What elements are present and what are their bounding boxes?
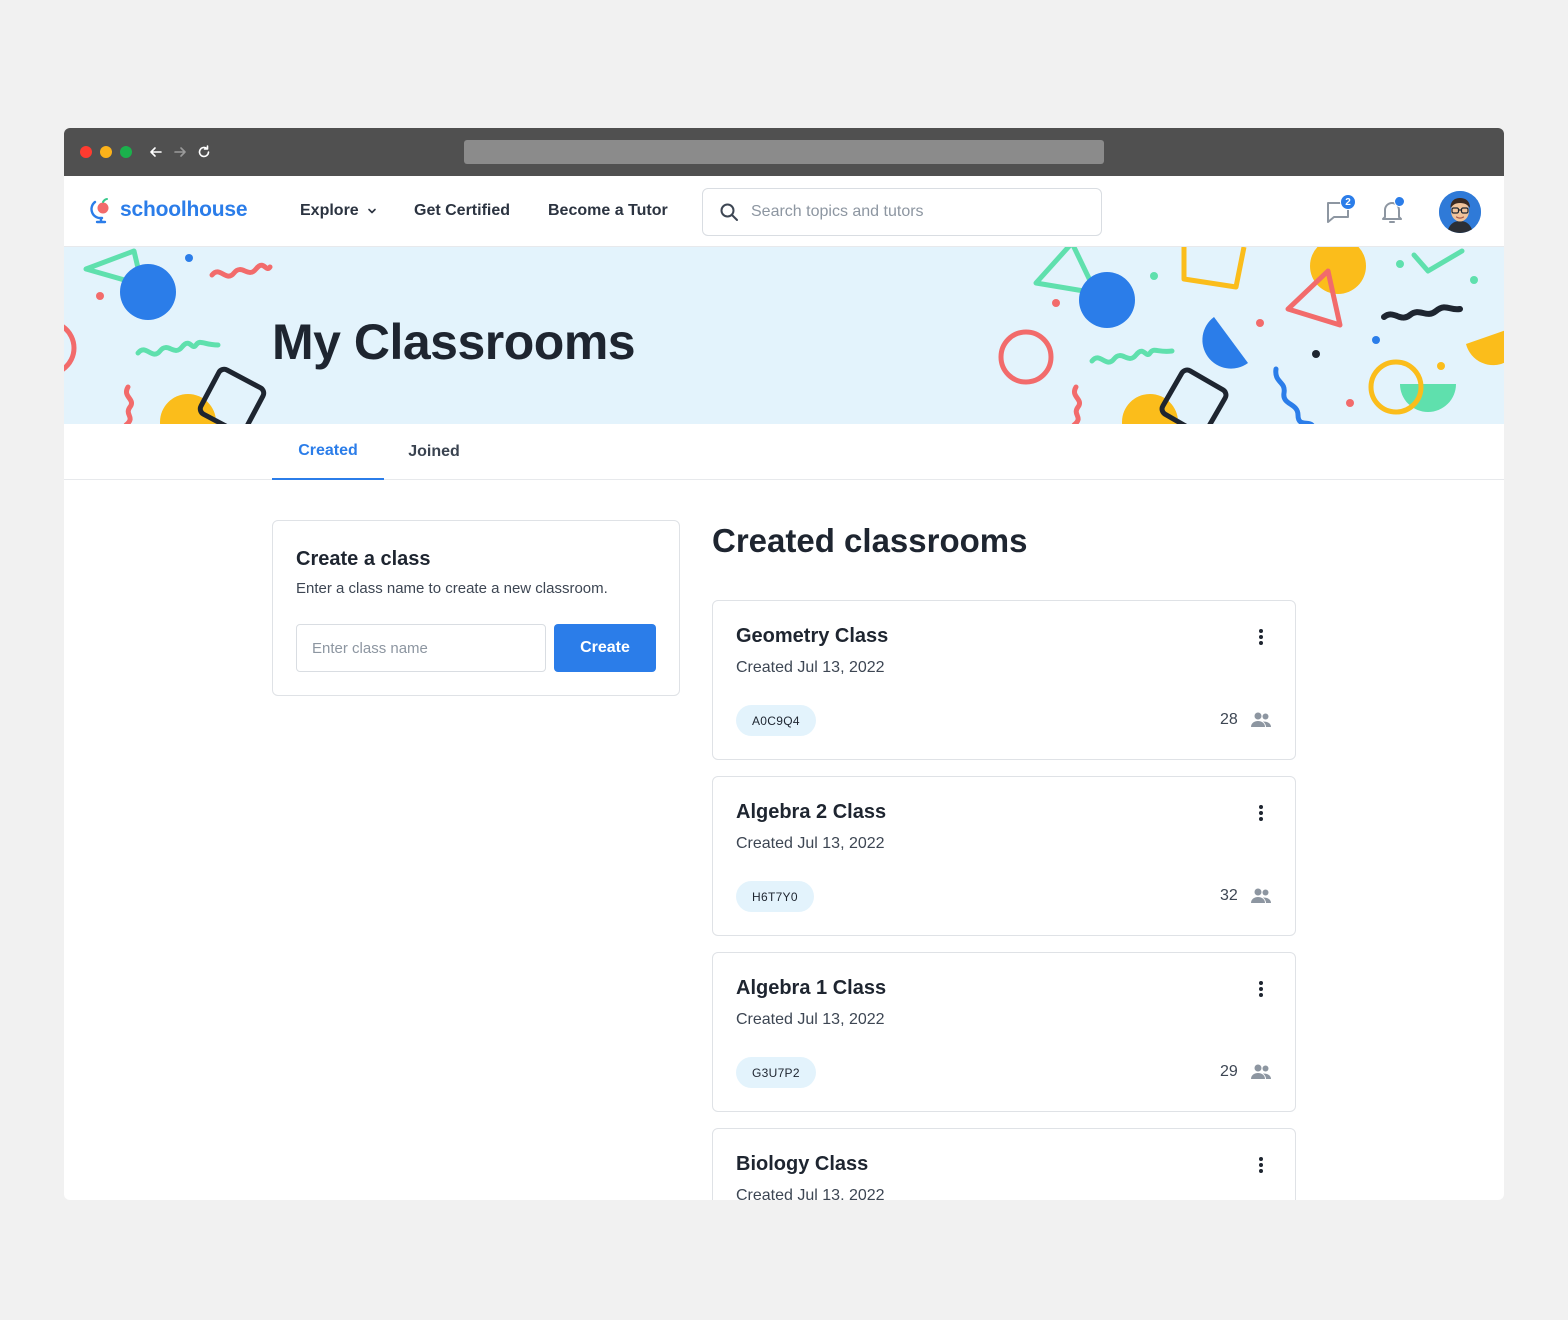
- logo[interactable]: schoolhouse: [90, 196, 248, 224]
- create-button[interactable]: Create: [554, 624, 656, 672]
- notifications-button[interactable]: [1378, 196, 1406, 226]
- class-code-badge: G3U7P2: [736, 1057, 816, 1088]
- create-class-card: Create a class Enter a class name to cre…: [272, 520, 680, 696]
- hero-banner: My Classrooms: [64, 247, 1504, 424]
- classroom-created-date: Created Jul 13, 2022: [736, 1187, 885, 1200]
- search-icon: [720, 203, 738, 221]
- schoolhouse-logo-icon: [90, 198, 109, 224]
- member-count: 29: [1220, 1063, 1238, 1080]
- nav-explore[interactable]: Explore: [300, 202, 377, 220]
- more-vertical-icon[interactable]: [1251, 625, 1271, 649]
- search-input[interactable]: [751, 203, 1071, 221]
- create-class-subtitle: Enter a class name to create a new class…: [296, 580, 608, 597]
- more-vertical-icon[interactable]: [1251, 1153, 1271, 1177]
- tab-joined[interactable]: Joined: [384, 424, 484, 480]
- classroom-name: Algebra 2 Class: [736, 801, 887, 823]
- more-vertical-icon[interactable]: [1251, 977, 1271, 1001]
- people-icon: [1251, 712, 1271, 727]
- more-vertical-icon[interactable]: [1251, 801, 1271, 825]
- classroom-name: Algebra 1 Class: [736, 977, 887, 999]
- created-classrooms-title: Created classrooms: [712, 522, 1028, 559]
- top-navigation: schoolhouse Explore Get Certified Become…: [64, 176, 1504, 247]
- classroom-card[interactable]: Algebra 2 Class Created Jul 13, 2022 H6T…: [712, 776, 1296, 936]
- browser-window: schoolhouse Explore Get Certified Become…: [64, 128, 1504, 1200]
- nav-become-a-tutor[interactable]: Become a Tutor: [548, 202, 668, 220]
- message-count-badge: 2: [1340, 194, 1356, 210]
- create-class-title: Create a class: [296, 548, 431, 570]
- classroom-tabs: Created Joined: [64, 424, 1504, 480]
- forward-arrow-icon[interactable]: [170, 142, 190, 162]
- classroom-created-date: Created Jul 13, 2022: [736, 835, 885, 852]
- page-title: My Classrooms: [272, 314, 636, 370]
- classroom-card[interactable]: Geometry Class Created Jul 13, 2022 A0C9…: [712, 600, 1296, 760]
- brand-name: schoolhouse: [120, 198, 248, 221]
- search-box[interactable]: [702, 188, 1102, 236]
- class-code-badge: H6T7Y0: [736, 881, 814, 912]
- classroom-name: Biology Class: [736, 1153, 869, 1175]
- classroom-card[interactable]: Algebra 1 Class Created Jul 13, 2022 G3U…: [712, 952, 1296, 1112]
- chevron-down-icon: [367, 208, 376, 214]
- people-icon: [1251, 1064, 1271, 1079]
- avatar-illustration: [1439, 191, 1481, 233]
- avatar[interactable]: [1439, 191, 1481, 233]
- messages-button[interactable]: 2: [1324, 194, 1356, 226]
- maximize-window-dot[interactable]: [120, 146, 132, 158]
- minimize-window-dot[interactable]: [100, 146, 112, 158]
- classroom-name: Geometry Class: [736, 625, 889, 647]
- classroom-created-date: Created Jul 13, 2022: [736, 659, 885, 676]
- classroom-created-date: Created Jul 13, 2022: [736, 1011, 885, 1028]
- tab-created[interactable]: Created: [272, 424, 384, 480]
- nav-explore-label: Explore: [300, 202, 359, 219]
- people-icon: [1251, 888, 1271, 903]
- nav-get-certified[interactable]: Get Certified: [414, 202, 510, 220]
- reload-icon[interactable]: [194, 142, 214, 162]
- classroom-card[interactable]: Biology Class Created Jul 13, 2022: [712, 1128, 1296, 1200]
- class-code-badge: A0C9Q4: [736, 705, 816, 736]
- notification-dot: [1394, 196, 1405, 207]
- close-window-dot[interactable]: [80, 146, 92, 158]
- browser-chrome: [64, 128, 1504, 176]
- member-count: 28: [1220, 711, 1238, 728]
- url-bar[interactable]: [464, 140, 1104, 164]
- class-name-input[interactable]: [296, 624, 546, 672]
- member-count: 32: [1220, 887, 1238, 904]
- back-arrow-icon[interactable]: [146, 142, 166, 162]
